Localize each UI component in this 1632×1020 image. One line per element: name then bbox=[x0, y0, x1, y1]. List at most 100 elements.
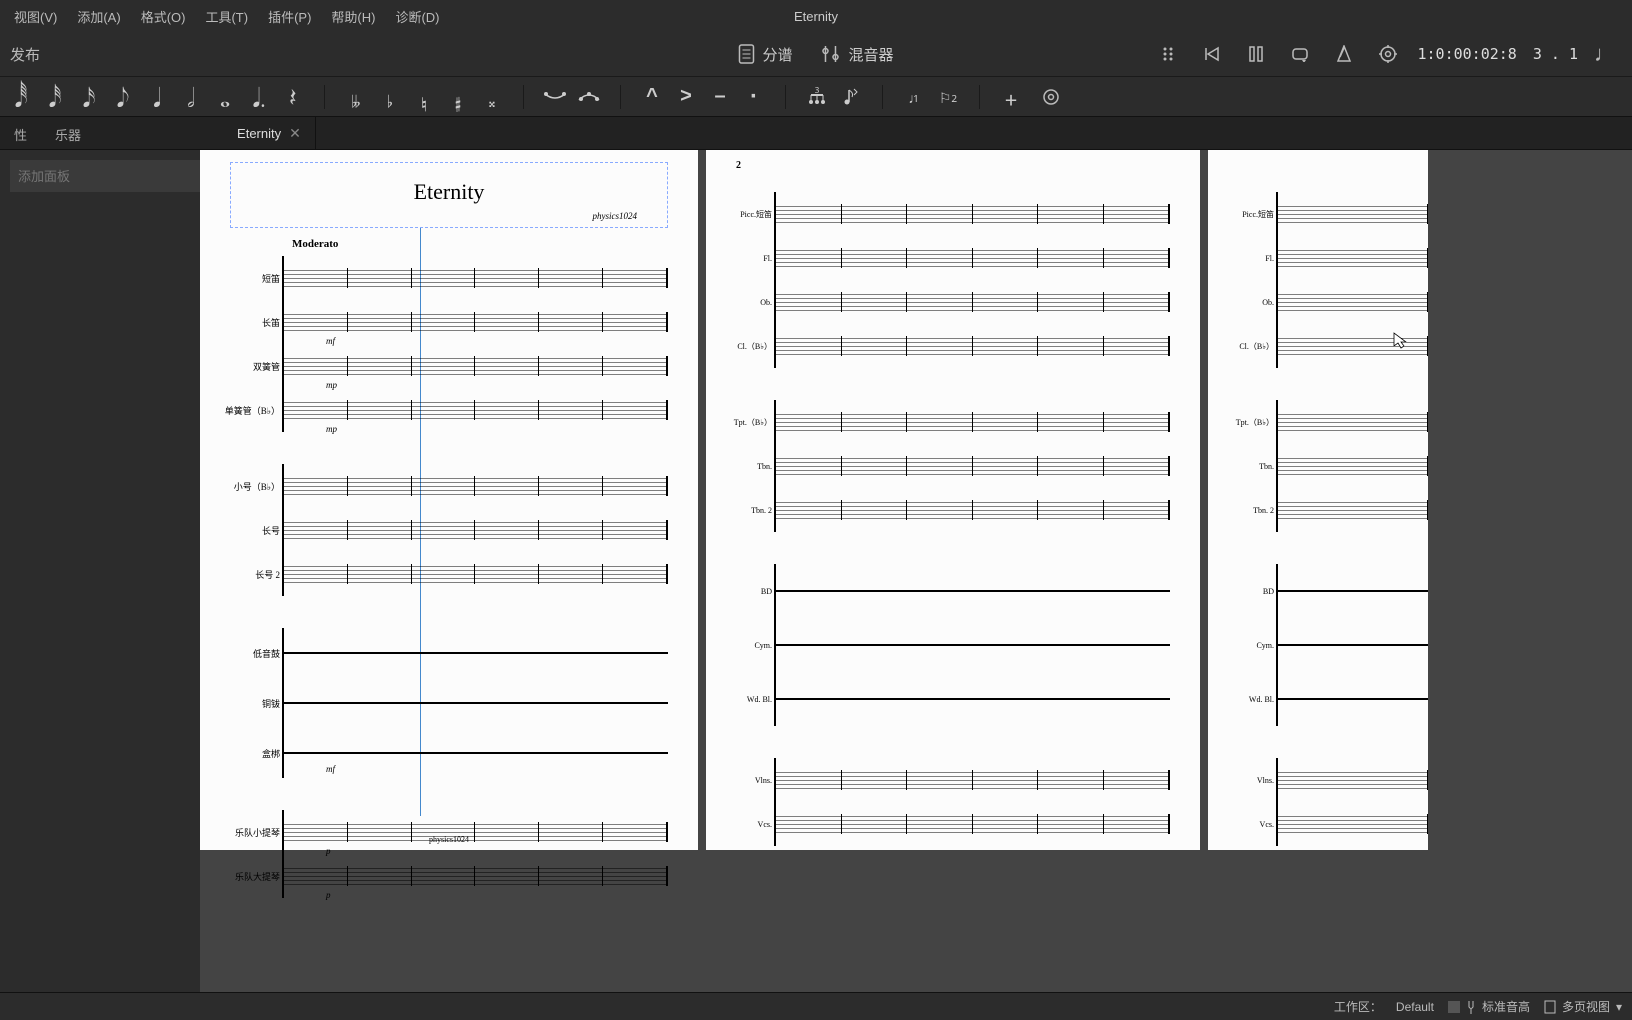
instrument-label: Ob. bbox=[724, 298, 772, 307]
score-page-3[interactable]: Picc.短笛 Fl. Ob. Cl.（B♭） Tpt.（B♭） Tbn. Tb… bbox=[1208, 150, 1428, 850]
grip-icon[interactable] bbox=[1154, 40, 1182, 68]
score-viewport[interactable]: Eternity physics1024 Moderato 短笛 长笛mf 双簧… bbox=[200, 150, 1632, 992]
staff[interactable] bbox=[284, 268, 668, 288]
score-page-2[interactable]: 2 Picc.短笛 Fl. Ob. Cl.（B♭） Tpt.（B♭） Tbn. … bbox=[706, 150, 1200, 850]
concert-pitch-toggle[interactable]: 标准音高 bbox=[1448, 998, 1530, 1015]
rest-button[interactable]: 𝄽 bbox=[278, 82, 308, 112]
staff[interactable]: p bbox=[284, 866, 668, 886]
note-8th-button[interactable]: 𝅘𝅥𝅮 bbox=[108, 82, 138, 112]
palette-search-input[interactable] bbox=[10, 160, 202, 192]
staff-percussion[interactable] bbox=[776, 590, 1170, 592]
staff[interactable] bbox=[776, 336, 1170, 356]
parts-button[interactable]: 分谱 bbox=[738, 44, 792, 65]
staff-percussion[interactable] bbox=[284, 702, 668, 704]
staff-percussion[interactable] bbox=[1278, 644, 1428, 646]
voice-2-button[interactable]: ⚐2 bbox=[933, 82, 963, 112]
instrument-label: Ob. bbox=[1226, 298, 1274, 307]
note-input-toolbar: 𝅘𝅥𝅱 𝅘𝅥𝅰 𝅘𝅥𝅯 𝅘𝅥𝅮 𝅘𝅥 𝅗𝅥 𝅝 𝅘𝅥. 𝄽 𝄫 ♭ ♮ ♯ 𝄪 … bbox=[0, 76, 1632, 116]
staff[interactable] bbox=[776, 292, 1170, 312]
staff[interactable] bbox=[1278, 500, 1428, 520]
side-tab-properties[interactable]: 性 bbox=[0, 117, 41, 149]
staff[interactable] bbox=[776, 204, 1170, 224]
dynamic-marking[interactable]: p bbox=[326, 890, 331, 900]
menu-add[interactable]: 添加(A) bbox=[67, 3, 130, 30]
toolbar-settings-button[interactable] bbox=[1036, 82, 1066, 112]
staff[interactable]: mp bbox=[284, 356, 668, 376]
note-16th-button[interactable]: 𝅘𝅥𝅯 bbox=[74, 82, 104, 112]
staff[interactable] bbox=[776, 248, 1170, 268]
marcato-button[interactable]: ^ bbox=[637, 82, 667, 112]
menu-help[interactable]: 帮助(H) bbox=[321, 3, 385, 30]
staff[interactable] bbox=[284, 520, 668, 540]
dynamic-marking[interactable]: mf bbox=[326, 764, 335, 774]
mixer-button[interactable]: 混音器 bbox=[821, 44, 894, 65]
menu-format[interactable]: 格式(O) bbox=[131, 3, 196, 30]
staff-percussion[interactable] bbox=[776, 698, 1170, 700]
document-tab[interactable]: Eternity ✕ bbox=[223, 117, 316, 149]
staff[interactable] bbox=[776, 814, 1170, 834]
staff-percussion[interactable] bbox=[1278, 590, 1428, 592]
staff[interactable] bbox=[1278, 412, 1428, 432]
staff[interactable] bbox=[1278, 456, 1428, 476]
tie-button[interactable] bbox=[540, 82, 570, 112]
staff[interactable]: mf bbox=[284, 312, 668, 332]
title-frame[interactable]: Eternity physics1024 bbox=[230, 162, 668, 228]
note-half-button[interactable]: 𝅗𝅥 bbox=[176, 82, 206, 112]
staff-percussion[interactable] bbox=[1278, 698, 1428, 700]
playback-settings-button[interactable] bbox=[1374, 40, 1402, 68]
sharp-button[interactable]: ♯ bbox=[443, 82, 473, 112]
view-mode-selector[interactable]: 多页视图 ▾ bbox=[1544, 998, 1622, 1015]
flip-direction-button[interactable] bbox=[836, 82, 866, 112]
slur-button[interactable] bbox=[574, 82, 604, 112]
staff[interactable]: mp bbox=[284, 400, 668, 420]
menu-plugins[interactable]: 插件(P) bbox=[258, 3, 321, 30]
score-page-1[interactable]: Eternity physics1024 Moderato 短笛 长笛mf 双簧… bbox=[200, 150, 698, 850]
staccato-button[interactable]: · bbox=[739, 82, 769, 112]
double-flat-button[interactable]: 𝄫 bbox=[341, 82, 371, 112]
staff-percussion[interactable]: mf bbox=[284, 752, 668, 754]
staff-percussion[interactable] bbox=[284, 652, 668, 654]
staff[interactable] bbox=[1278, 248, 1428, 268]
accent-button[interactable]: > bbox=[671, 82, 701, 112]
staff[interactable] bbox=[284, 564, 668, 584]
mixer-label: 混音器 bbox=[849, 44, 894, 65]
page-view-icon bbox=[1544, 1000, 1556, 1014]
dynamic-marking[interactable]: mp bbox=[326, 424, 337, 434]
score-title[interactable]: Eternity bbox=[231, 179, 667, 205]
voice-1-button[interactable]: ♩1 bbox=[899, 82, 929, 112]
close-tab-icon[interactable]: ✕ bbox=[289, 125, 301, 142]
tuplet-button[interactable]: 3 bbox=[802, 82, 832, 112]
tenuto-button[interactable]: – bbox=[705, 82, 735, 112]
staff[interactable] bbox=[776, 456, 1170, 476]
note-quarter-button[interactable]: 𝅘𝅥 bbox=[142, 82, 172, 112]
add-button[interactable]: + bbox=[996, 82, 1026, 112]
staff-percussion[interactable] bbox=[776, 644, 1170, 646]
loop-button[interactable] bbox=[1286, 40, 1314, 68]
staff[interactable] bbox=[776, 500, 1170, 520]
score-composer[interactable]: physics1024 bbox=[231, 211, 637, 221]
natural-button[interactable]: ♮ bbox=[409, 82, 439, 112]
staff[interactable] bbox=[284, 476, 668, 496]
double-sharp-button[interactable]: 𝄪 bbox=[477, 82, 507, 112]
menu-view[interactable]: 视图(V) bbox=[4, 3, 67, 30]
dot-button[interactable]: 𝅘𝅥. bbox=[244, 82, 274, 112]
menu-tools[interactable]: 工具(T) bbox=[195, 3, 258, 30]
tempo-marking[interactable]: Moderato bbox=[292, 238, 698, 250]
flat-button[interactable]: ♭ bbox=[375, 82, 405, 112]
staff[interactable] bbox=[776, 770, 1170, 790]
pause-button[interactable] bbox=[1242, 40, 1270, 68]
note-64th-button[interactable]: 𝅘𝅥𝅱 bbox=[6, 82, 36, 112]
staff[interactable] bbox=[1278, 814, 1428, 834]
menu-diagnostics[interactable]: 诊断(D) bbox=[385, 3, 449, 30]
staff[interactable] bbox=[1278, 292, 1428, 312]
workspace-selector[interactable]: Default bbox=[1396, 1000, 1434, 1014]
rewind-button[interactable] bbox=[1198, 40, 1226, 68]
side-tab-instruments[interactable]: 乐器 bbox=[41, 117, 95, 149]
staff[interactable] bbox=[1278, 770, 1428, 790]
publish-button[interactable]: 发布 bbox=[4, 40, 46, 69]
staff[interactable] bbox=[1278, 204, 1428, 224]
note-whole-button[interactable]: 𝅝 bbox=[210, 82, 240, 112]
note-32nd-button[interactable]: 𝅘𝅥𝅰 bbox=[40, 82, 70, 112]
metronome-button[interactable] bbox=[1330, 40, 1358, 68]
staff[interactable] bbox=[776, 412, 1170, 432]
